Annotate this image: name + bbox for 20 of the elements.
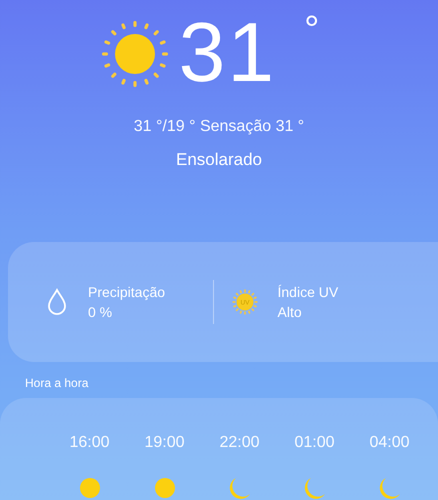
- detail-label: Precipitação: [88, 284, 166, 300]
- temperature-range: 31 °/19 ° Sensação 31 °: [134, 118, 304, 136]
- moon-icon: [228, 476, 252, 500]
- detail-label: Índice UV: [278, 284, 338, 300]
- hour-time: 16:00: [69, 434, 110, 452]
- moon-icon: [378, 476, 402, 500]
- moon-icon: [302, 476, 326, 500]
- drop-icon: [46, 288, 68, 316]
- degree-symbol: °: [304, 10, 320, 50]
- detail-value: Alto: [278, 304, 303, 320]
- weather-condition: Ensolarado: [176, 150, 262, 170]
- section-title: Hora a hora: [25, 376, 88, 390]
- temperature: 31: [178, 10, 276, 94]
- hour-time: 01:00: [294, 434, 335, 452]
- detail-value: 0 %: [88, 304, 114, 320]
- hour-time: 19:00: [144, 434, 185, 452]
- sun-icon: [152, 476, 176, 500]
- hour-time: 04:00: [369, 434, 410, 452]
- sun-icon: [78, 476, 102, 500]
- hour-time: 22:00: [219, 434, 260, 452]
